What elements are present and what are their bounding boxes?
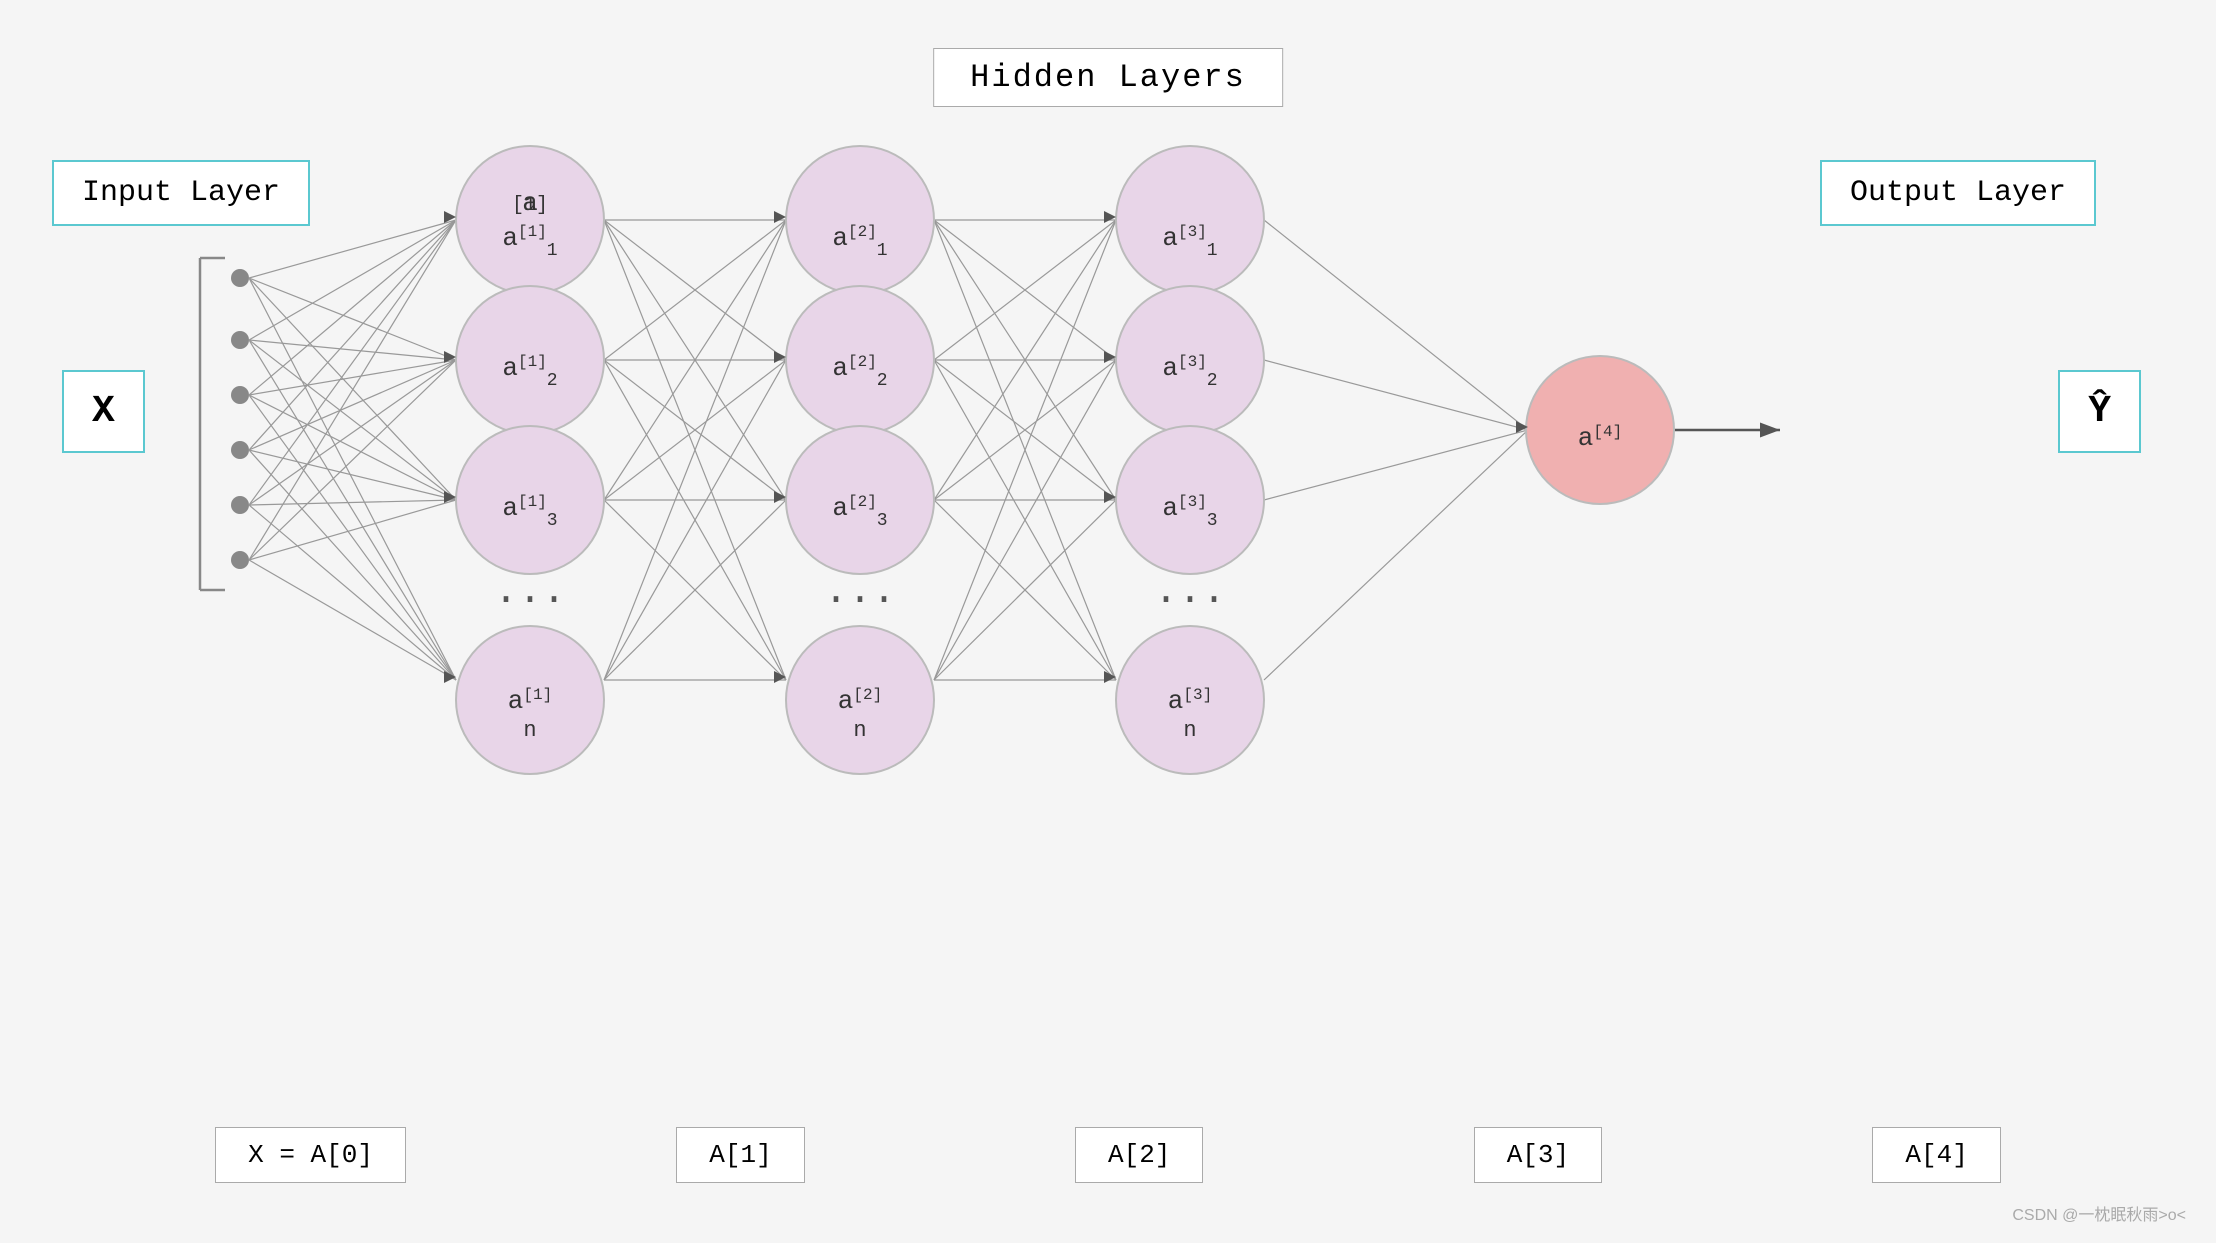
l3-dots: ··· — [1154, 578, 1226, 623]
connections-input-l1 — [249, 220, 456, 680]
arrow-l2-n — [774, 671, 786, 683]
l1-dots: ··· — [494, 578, 566, 623]
arrow-l3-n — [1104, 671, 1116, 683]
l2-dots: ··· — [824, 578, 896, 623]
input-bracket — [200, 258, 225, 590]
l2-node3: a[2]3 — [786, 426, 934, 574]
input-layer-label: Input Layer — [52, 160, 310, 226]
bottom-label-2: A[2] — [1075, 1127, 1203, 1183]
input-node-1 — [231, 269, 249, 287]
input-node-6 — [231, 551, 249, 569]
bottom-labels: X = A[0] A[1] A[2] A[3] A[4] — [0, 1127, 2216, 1183]
l1-noden: a[1] n — [456, 626, 604, 774]
l2-noden: a[2] n — [786, 626, 934, 774]
l1-node3: a[1]3 — [456, 426, 604, 574]
l4-node: a[4] — [1526, 356, 1674, 504]
l3-node2: a[3]2 — [1116, 286, 1264, 434]
l2-node1: a[2]1 — [786, 146, 934, 294]
l2-node2: a[2]2 — [786, 286, 934, 434]
l3-noden: a[3] n — [1116, 626, 1264, 774]
input-node-4 — [231, 441, 249, 459]
l3-node3: a[3]3 — [1116, 426, 1264, 574]
output-layer-label: Output Layer — [1820, 160, 2096, 226]
y-hat-box: Ŷ — [2058, 370, 2141, 453]
connections-l3-l4 — [1264, 220, 1528, 680]
l1-node2: a[1]2 — [456, 286, 604, 434]
svg-text:[1]: [1] — [512, 194, 548, 217]
input-node-2 — [231, 331, 249, 349]
hidden-layers-label: Hidden Layers — [933, 48, 1283, 107]
svg-text:n: n — [853, 718, 866, 743]
svg-text:n: n — [523, 718, 536, 743]
svg-text:n: n — [1183, 718, 1196, 743]
l1-node1: a [1] a[1]1 — [456, 146, 604, 294]
bottom-label-1: A[1] — [676, 1127, 804, 1183]
watermark: CSDN @一枕眠秋雨>o< — [2012, 1201, 2186, 1225]
l3-node1: a[3]1 — [1116, 146, 1264, 294]
input-node-5 — [231, 496, 249, 514]
bottom-label-0: X = A[0] — [215, 1127, 406, 1183]
connections-l1-l2 — [604, 220, 786, 680]
x-box: X — [62, 370, 145, 453]
bottom-label-3: A[3] — [1474, 1127, 1602, 1183]
input-node-3 — [231, 386, 249, 404]
bottom-label-4: A[4] — [1872, 1127, 2000, 1183]
main-container: a [1] a[1]1 a[1]2 a[1]3 ··· a[1] n a[2]1 — [0, 0, 2216, 1243]
connections-l2-l3 — [934, 220, 1116, 680]
